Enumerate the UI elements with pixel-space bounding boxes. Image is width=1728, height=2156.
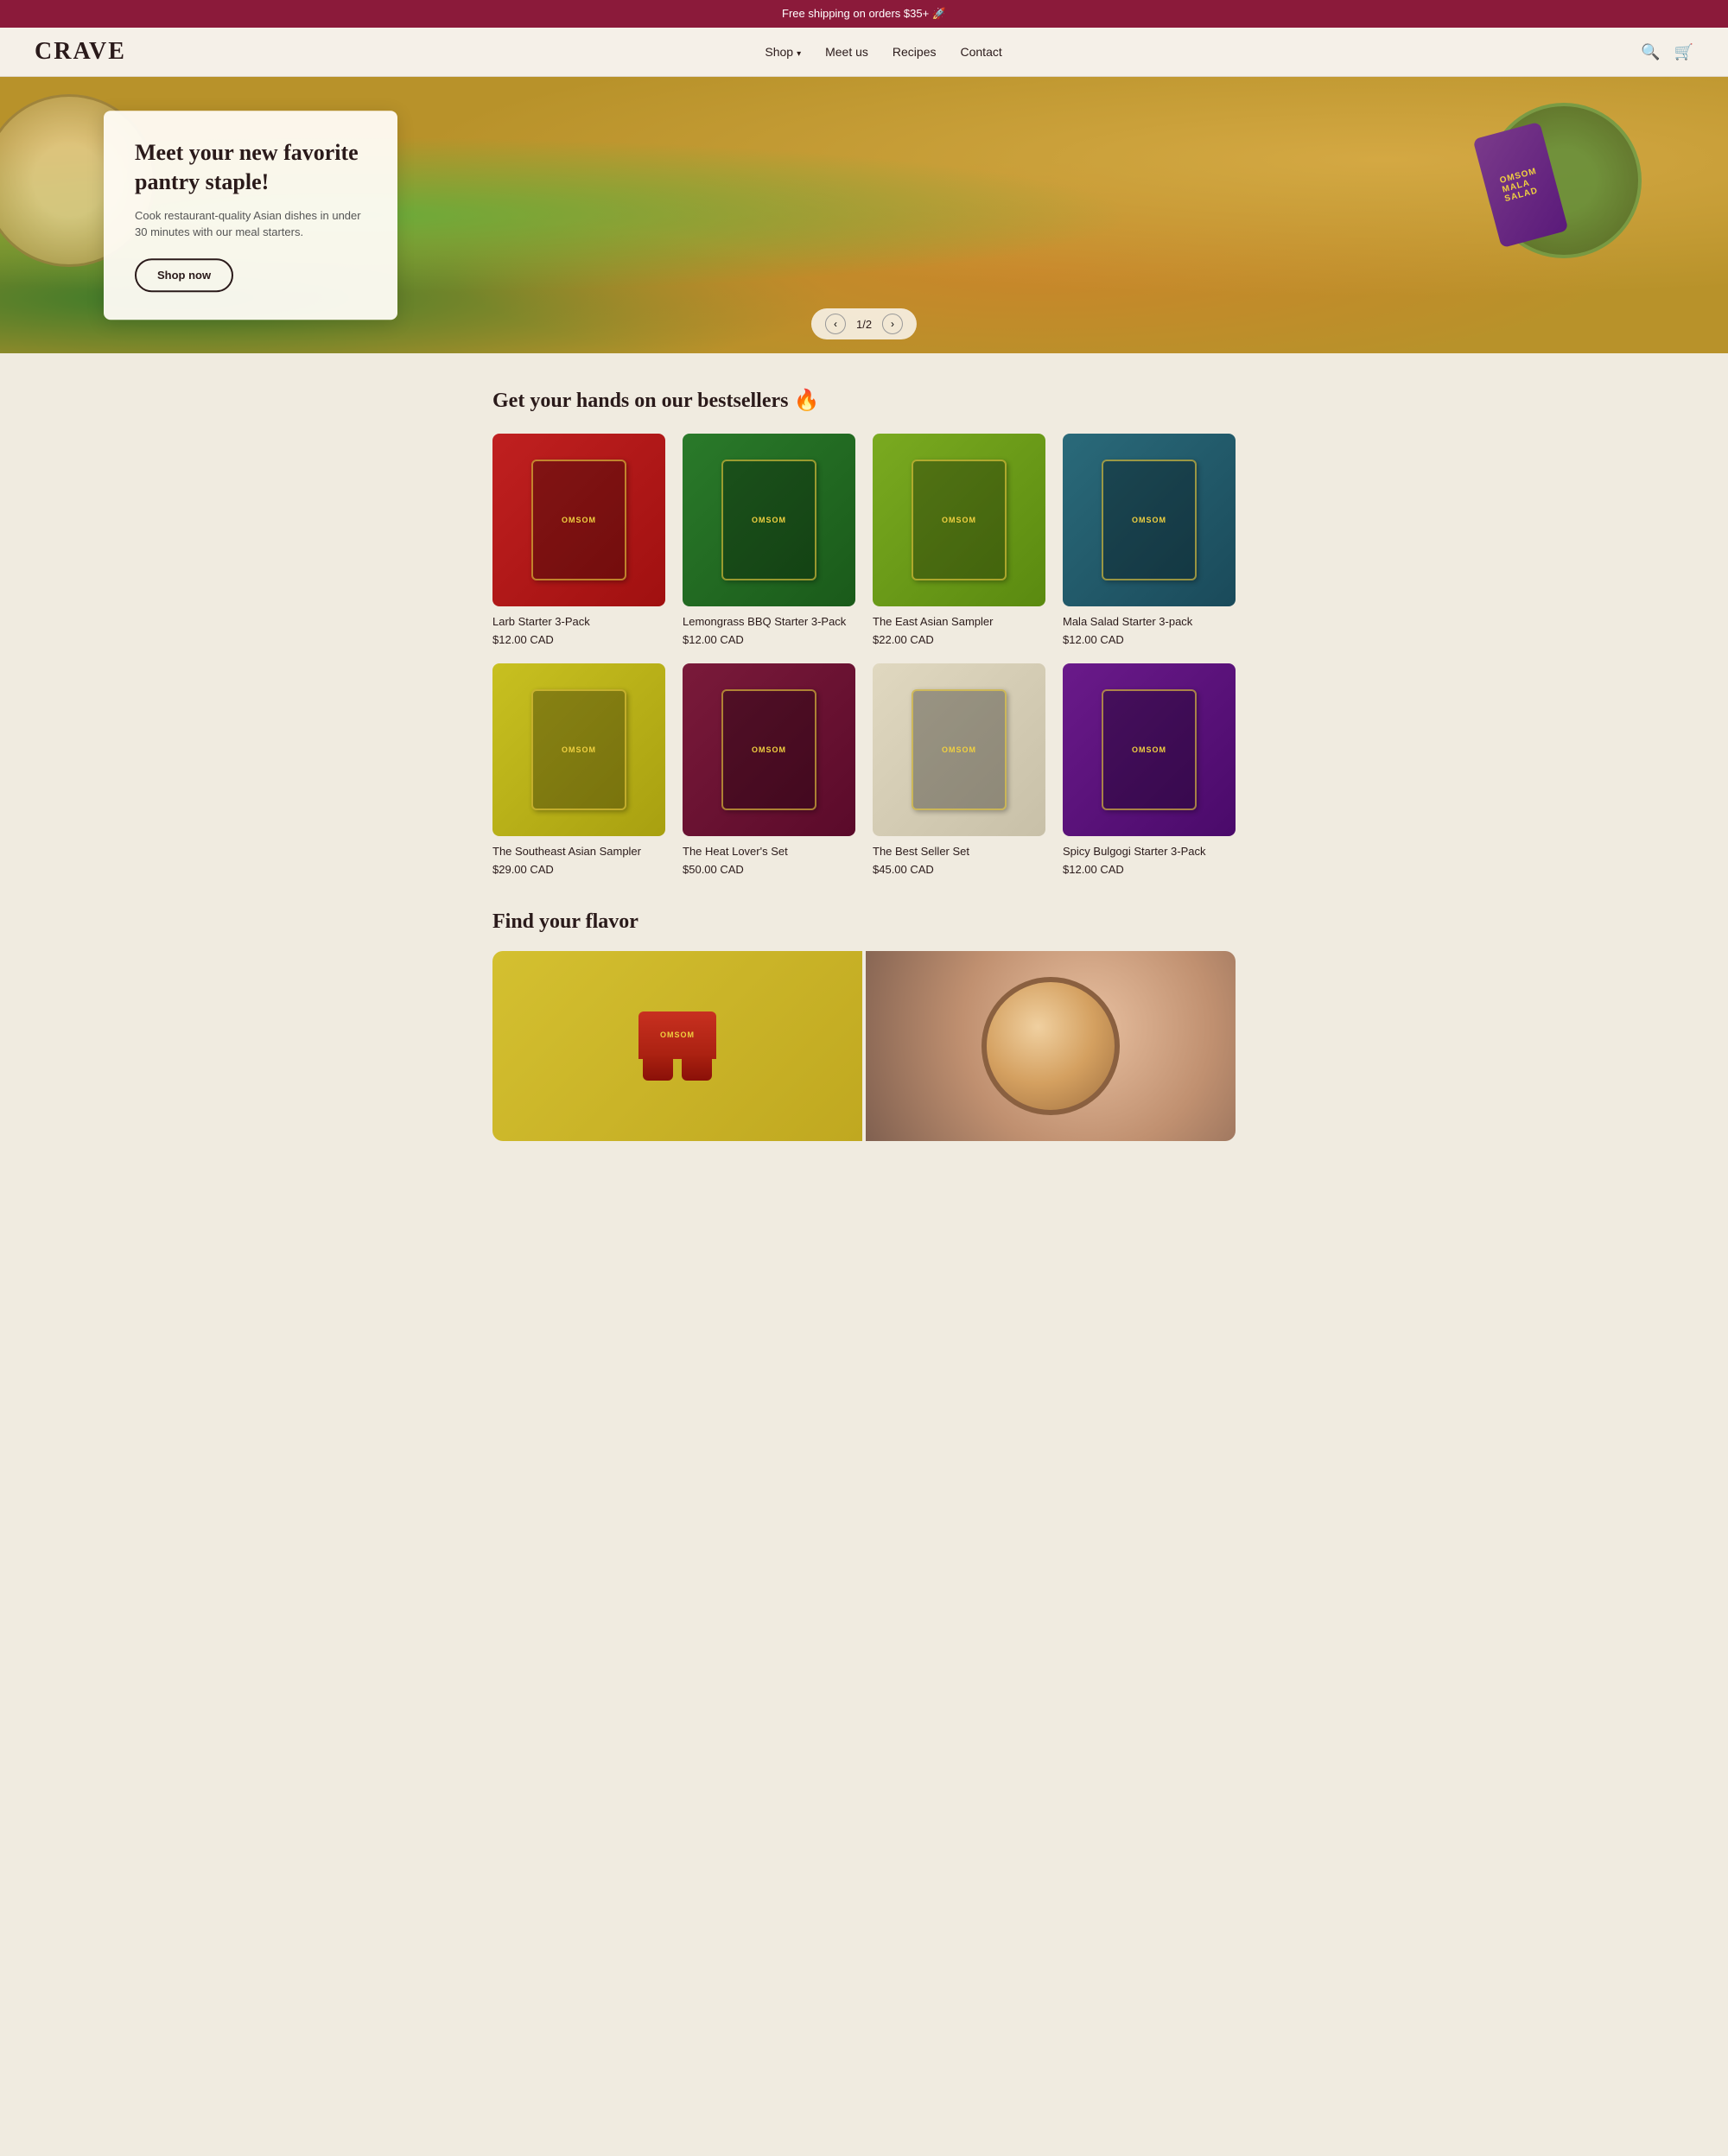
- product-price: $45.00 CAD: [873, 863, 1045, 876]
- hero-carousel-nav: ‹ 1/2 ›: [811, 308, 917, 339]
- cart-icon: 🛒: [1674, 43, 1693, 60]
- product-card[interactable]: OMSOM The East Asian Sampler $22.00 CAD: [873, 434, 1045, 646]
- flavor-card-food[interactable]: [866, 951, 1236, 1141]
- product-name: The Southeast Asian Sampler: [492, 845, 665, 859]
- nav-recipes[interactable]: Recipes: [893, 45, 937, 59]
- hero-shop-now-button[interactable]: Shop now: [135, 258, 233, 292]
- bestsellers-section: Get your hands on our bestsellers 🔥 OMSO…: [475, 353, 1253, 910]
- hero-heading: Meet your new favorite pantry staple!: [135, 138, 366, 197]
- product-card[interactable]: OMSOM The Best Seller Set $45.00 CAD: [873, 663, 1045, 876]
- product-name: Lemongrass BBQ Starter 3-Pack: [683, 615, 855, 630]
- product-price: $22.00 CAD: [873, 633, 1045, 646]
- product-price: $12.00 CAD: [683, 633, 855, 646]
- product-package-decoration: OMSOM: [1102, 689, 1197, 810]
- products-grid: OMSOM Larb Starter 3-Pack $12.00 CAD OMSOM L…: [492, 434, 1236, 876]
- site-logo[interactable]: CRAVE: [35, 38, 126, 66]
- product-package-decoration: OMSOM: [721, 460, 816, 580]
- bestsellers-title: Get your hands on our bestsellers 🔥: [492, 388, 1236, 413]
- nav-meet-us[interactable]: Meet us: [825, 45, 868, 59]
- product-package-decoration: OMSOM: [531, 460, 626, 580]
- flavor-title: Find your flavor: [492, 910, 1236, 934]
- product-package-decoration: OMSOM: [912, 689, 1007, 810]
- flavor-card-thai[interactable]: OMSOM: [492, 951, 862, 1141]
- hero-subtext: Cook restaurant-quality Asian dishes in …: [135, 207, 366, 241]
- hero-prev-button[interactable]: ‹: [825, 314, 846, 334]
- product-package-decoration: OMSOM: [912, 460, 1007, 580]
- search-icon: 🔍: [1641, 43, 1660, 60]
- product-name: Mala Salad Starter 3-pack: [1063, 615, 1236, 630]
- product-card[interactable]: OMSOM Larb Starter 3-Pack $12.00 CAD: [492, 434, 665, 646]
- product-price: $12.00 CAD: [1063, 863, 1236, 876]
- announcement-bar: Free shipping on orders $35+ 🚀: [0, 0, 1728, 28]
- product-card[interactable]: OMSOM Spicy Bulgogi Starter 3-Pack $12.00 …: [1063, 663, 1236, 876]
- flavor-grid: OMSOM: [492, 951, 1236, 1141]
- product-card[interactable]: OMSOM Mala Salad Starter 3-pack $12.00 CAD: [1063, 434, 1236, 646]
- nav-shop[interactable]: Shop: [765, 45, 801, 59]
- food-photo-decoration: [982, 977, 1120, 1115]
- product-card[interactable]: OMSOM The Heat Lover's Set $50.00 CAD: [683, 663, 855, 876]
- main-nav: Shop Meet us Recipes Contact: [765, 45, 1001, 59]
- boxing-shorts-decoration: OMSOM: [638, 1011, 716, 1081]
- product-price: $29.00 CAD: [492, 863, 665, 876]
- product-price: $12.00 CAD: [492, 633, 665, 646]
- announcement-text: Free shipping on orders $35+ 🚀: [782, 7, 946, 20]
- search-button[interactable]: 🔍: [1641, 43, 1660, 61]
- nav-contact[interactable]: Contact: [961, 45, 1002, 59]
- hero-slide-counter: 1/2: [856, 318, 872, 331]
- shop-chevron-icon: [797, 45, 801, 59]
- product-card[interactable]: OMSOM Lemongrass BBQ Starter 3-Pack $12.00…: [683, 434, 855, 646]
- hero-section: OMSOMMALASALAD Meet your new favorite pa…: [0, 77, 1728, 353]
- header-icons: 🔍 🛒: [1641, 43, 1693, 61]
- product-name: Spicy Bulgogi Starter 3-Pack: [1063, 845, 1236, 859]
- product-name: The Heat Lover's Set: [683, 845, 855, 859]
- product-name: Larb Starter 3-Pack: [492, 615, 665, 630]
- product-package-decoration: OMSOM: [721, 689, 816, 810]
- product-package-decoration: OMSOM: [1102, 460, 1197, 580]
- product-package-decoration: OMSOM: [531, 689, 626, 810]
- hero-content-box: Meet your new favorite pantry staple! Co…: [104, 111, 397, 320]
- product-price: $12.00 CAD: [1063, 633, 1236, 646]
- flavor-section: Find your flavor OMSOM: [475, 910, 1253, 1176]
- product-name: The East Asian Sampler: [873, 615, 1045, 630]
- cart-button[interactable]: 🛒: [1674, 43, 1693, 61]
- product-price: $50.00 CAD: [683, 863, 855, 876]
- product-card[interactable]: OMSOM The Southeast Asian Sampler $29.00 C…: [492, 663, 665, 876]
- header: CRAVE Shop Meet us Recipes Contact 🔍 🛒: [0, 28, 1728, 77]
- product-name: The Best Seller Set: [873, 845, 1045, 859]
- hero-next-button[interactable]: ›: [882, 314, 903, 334]
